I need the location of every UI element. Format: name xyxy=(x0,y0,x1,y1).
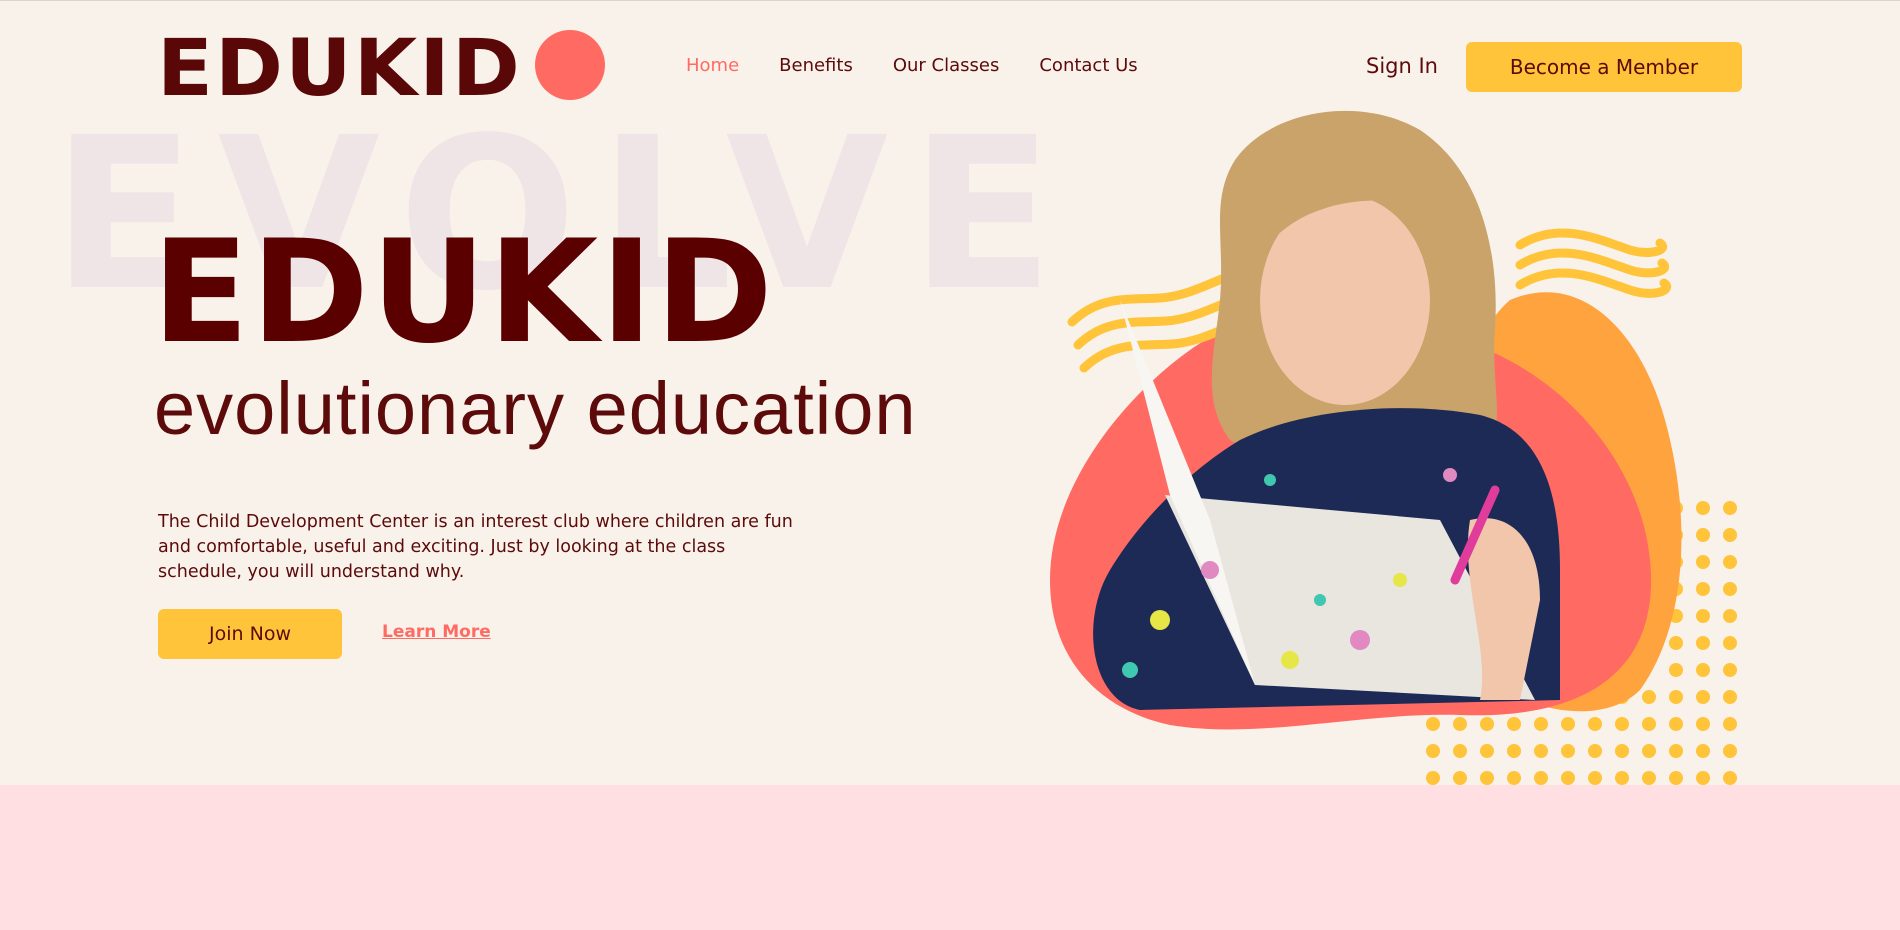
hero-title: EDUKID xyxy=(152,210,775,375)
girl-reading-photo xyxy=(1093,110,1560,710)
nav-our-classes[interactable]: Our Classes xyxy=(893,55,1000,76)
main-nav: Home Benefits Our Classes Contact Us xyxy=(686,55,1138,76)
logo-dot-icon xyxy=(535,30,605,100)
nav-home[interactable]: Home xyxy=(686,55,739,76)
wavy-lines-right-decoration xyxy=(1515,228,1671,298)
top-border xyxy=(0,0,1900,1)
hero-subtitle: evolutionary education xyxy=(154,367,917,450)
pink-band-section xyxy=(0,785,1900,930)
sign-in-link[interactable]: Sign In xyxy=(1366,54,1438,78)
nav-contact-us[interactable]: Contact Us xyxy=(1039,55,1137,76)
hero-description: The Child Development Center is an inter… xyxy=(158,511,793,582)
become-member-button[interactable]: Become a Member xyxy=(1466,42,1742,92)
hero-illustration xyxy=(1050,110,1737,810)
learn-more-link[interactable]: Learn More xyxy=(382,622,491,642)
join-now-button[interactable]: Join Now xyxy=(158,609,342,659)
nav-benefits[interactable]: Benefits xyxy=(779,55,853,76)
